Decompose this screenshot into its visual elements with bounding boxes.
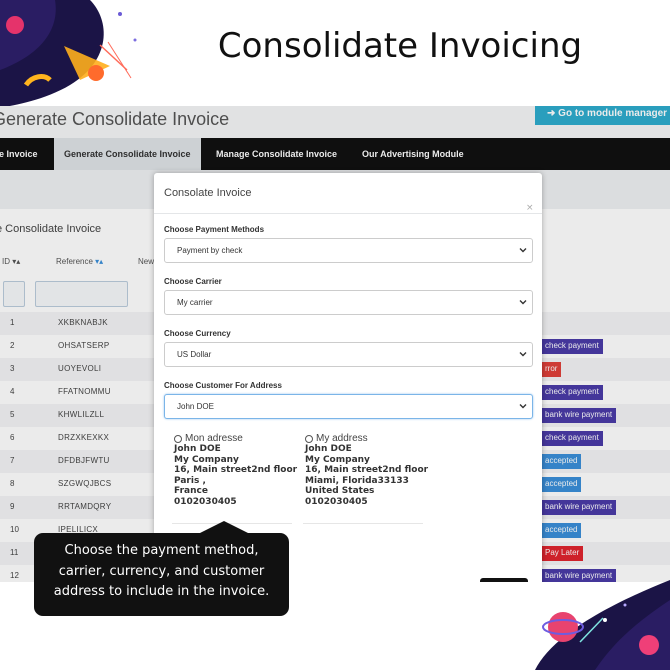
address-line: John DOE xyxy=(305,444,352,454)
customer-address-label: Choose Customer For Address xyxy=(164,381,282,390)
carrier-select[interactable]: My carrier xyxy=(164,290,533,315)
address-line: France xyxy=(174,486,208,497)
feature-tooltip: Choose the payment method, carrier, curr… xyxy=(34,533,289,616)
address-line: My Company xyxy=(174,454,239,465)
address-name: Mon adresse xyxy=(185,433,243,444)
promo-title: Consolidate Invoicing xyxy=(217,26,583,66)
customer-select[interactable]: John DOE xyxy=(164,394,533,419)
address-option-my-address[interactable]: My address John DOE My Company 16, Main … xyxy=(305,433,429,508)
address-line: John DOE xyxy=(174,444,221,454)
address-line: 0102030405 xyxy=(305,496,368,507)
app-window: Generate Consolidate Invoice ➜ Go to mod… xyxy=(0,106,670,582)
modal-title: Consolate Invoice xyxy=(164,187,252,199)
modal-divider xyxy=(154,213,542,214)
radio-button[interactable] xyxy=(305,434,313,443)
space-comet-decoration xyxy=(0,0,145,110)
address-option-mon-adresse[interactable]: Mon adresse John DOE My Company 16, Main… xyxy=(174,433,298,508)
currency-label: Choose Currency xyxy=(164,329,231,338)
address-name: My address xyxy=(316,433,368,444)
chevron-down-icon xyxy=(519,352,527,357)
carrier-label: Choose Carrier xyxy=(164,277,222,286)
address-line: Miami, Florida33133 xyxy=(305,475,409,486)
address-divider xyxy=(303,523,423,524)
radio-button[interactable] xyxy=(174,434,182,443)
carrier-value: My carrier xyxy=(177,298,213,307)
address-line: United States xyxy=(305,486,375,497)
currency-value: US Dollar xyxy=(177,350,212,359)
modal-submit-button[interactable] xyxy=(480,578,528,582)
payment-method-label: Choose Payment Methods xyxy=(164,225,265,234)
payment-method-select[interactable]: Payment by check xyxy=(164,238,533,263)
chevron-down-icon xyxy=(519,248,527,253)
address-line: 16, Main street2nd floor xyxy=(305,465,429,476)
payment-method-value: Payment by check xyxy=(177,246,243,255)
address-line: My Company xyxy=(305,454,370,465)
address-line: Paris , xyxy=(174,475,206,486)
space-planet-decoration xyxy=(525,580,670,670)
address-line: 0102030405 xyxy=(174,496,237,507)
close-icon[interactable]: × xyxy=(526,203,534,213)
chevron-down-icon xyxy=(519,300,527,305)
customer-value: John DOE xyxy=(177,402,214,411)
address-line: 16, Main street2nd floor xyxy=(174,465,298,476)
currency-select[interactable]: US Dollar xyxy=(164,342,533,367)
chevron-down-icon xyxy=(519,404,527,409)
